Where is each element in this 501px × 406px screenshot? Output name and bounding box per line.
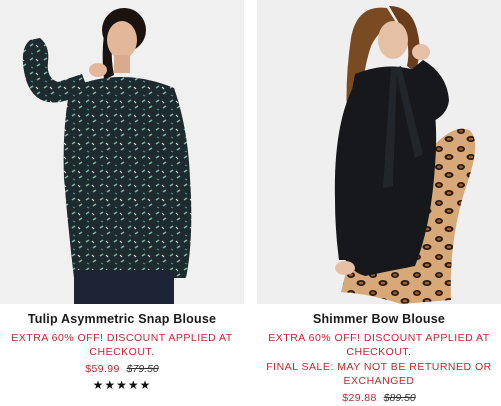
price-row: $59.99 $79.50	[0, 362, 244, 376]
product-image-shimmer-bow-blouse[interactable]	[257, 0, 501, 304]
original-price: $89.50	[383, 392, 416, 404]
promo-text: EXTRA 60% OFF! DISCOUNT APPLIED AT CHECK…	[11, 332, 233, 358]
sale-price: $29.88	[342, 392, 377, 404]
product-image-tulip-blouse[interactable]	[0, 0, 244, 304]
original-price: $79.50	[126, 363, 159, 375]
sale-price: $59.99	[85, 363, 120, 375]
price-row: $29.88 $89.50	[257, 391, 501, 405]
promo-text: EXTRA 60% OFF! DISCOUNT APPLIED AT CHECK…	[268, 332, 490, 358]
product-card-shimmer[interactable]: Shimmer Bow Blouse EXTRA 60% OFF! DISCOU…	[257, 0, 501, 405]
product-name[interactable]: Tulip Asymmetric Snap Blouse	[0, 312, 244, 327]
product-card-tulip[interactable]: Tulip Asymmetric Snap Blouse EXTRA 60% O…	[0, 0, 244, 392]
final-sale-notice: FINAL SALE: MAY NOT BE RETURNED OR EXCHA…	[266, 361, 492, 387]
rating-stars[interactable]: ★★★★★	[0, 378, 244, 392]
product-name[interactable]: Shimmer Bow Blouse	[257, 312, 501, 327]
